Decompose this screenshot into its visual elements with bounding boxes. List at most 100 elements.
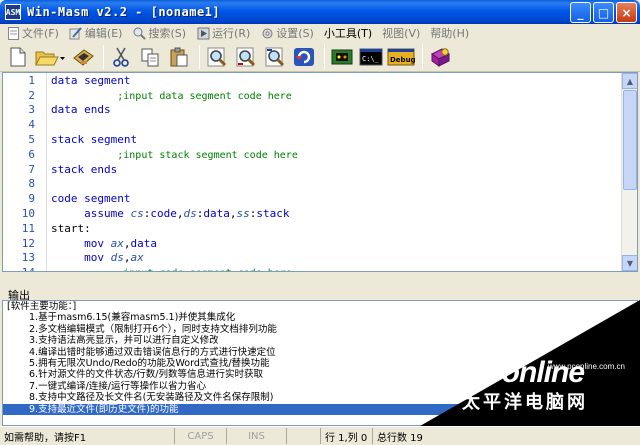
editor-vertical-scrollbar[interactable]: ▲ ▼ [621, 73, 637, 271]
scroll-up-arrow[interactable]: ▲ [622, 73, 637, 89]
code-token: stack ends [51, 162, 118, 176]
menu-file-label: 文件(F) [22, 27, 59, 40]
debug-button[interactable]: Debug [387, 44, 415, 70]
code-line[interactable]: 7 stack ends [3, 162, 623, 177]
code-text: mov ax,data [51, 237, 157, 250]
code-line[interactable]: 2 ;input data segment code here [3, 88, 623, 103]
cut-button[interactable] [108, 44, 134, 70]
menu-edit-label: 编辑(E) [84, 27, 123, 40]
code-area[interactable]: 1 data segment 2 ;input data segment code … [3, 73, 623, 271]
magnifier-replace-icon [265, 47, 285, 66]
line-number: 3 [28, 103, 35, 117]
code-token: start: [51, 221, 91, 235]
line-number: 13 [21, 251, 35, 265]
run-icon [196, 26, 210, 40]
code-token: stack segment [51, 133, 138, 147]
console-icon: C:\_ [359, 48, 383, 65]
help-book-icon [431, 47, 450, 67]
svg-text:C:\_: C:\_ [362, 55, 380, 63]
code-token: ds [110, 251, 124, 265]
window-title: Win-Masm v2.2 - [noname1] [27, 5, 221, 19]
save-file-button[interactable] [70, 44, 96, 70]
line-number: 4 [28, 118, 35, 132]
window-controls: _ □ × [570, 2, 637, 23]
line-number: 14 [3, 266, 39, 271]
title-bar[interactable]: ASM Win-Masm v2.2 - [noname1] _ □ × [0, 0, 640, 24]
compile-button[interactable] [329, 44, 355, 70]
document-icon [6, 26, 20, 40]
find-button[interactable] [204, 44, 230, 70]
code-line[interactable]: 13 mov ds,ax [3, 251, 623, 266]
code-text: ;input code segment code here [51, 266, 292, 271]
code-token: stack [256, 207, 290, 221]
toolbar-separator [103, 44, 104, 69]
code-token: ;input stack segment code here [117, 149, 298, 161]
code-line[interactable]: 12 mov ax,data [3, 236, 623, 251]
watermark-url: www.pconline.com.cn [548, 362, 625, 371]
new-file-button[interactable] [4, 44, 30, 70]
toolbar: C:\_ Debug [0, 42, 640, 72]
status-bar: 如需帮助，请按F1 CAPS INS 行 1,列 0 总行数 19 [0, 426, 640, 445]
line-number: 11 [21, 221, 35, 235]
paste-button[interactable] [166, 44, 192, 70]
code-text: mov ds,ax [51, 251, 144, 264]
code-line[interactable]: 4 [3, 117, 623, 132]
debug-icon: Debug [387, 48, 415, 65]
code-token: assume [84, 207, 131, 221]
menu-bar: 文件(F) 编辑(E) 搜索(S) 运行(R) 设置(S) 小工具(T) 视图(… [0, 24, 640, 42]
code-text: stack ends [51, 163, 117, 176]
find-next-button[interactable] [233, 44, 259, 70]
code-line[interactable]: 8 [3, 177, 623, 192]
toolbar-separator [199, 44, 200, 69]
menu-help[interactable]: 帮助(H) [430, 25, 469, 41]
run-console-button[interactable]: C:\_ [358, 44, 384, 70]
code-token: ;input code segment code here [117, 268, 292, 271]
code-line[interactable]: 14 ;input code segment code here [3, 265, 623, 271]
new-document-icon [10, 47, 26, 66]
maximize-button[interactable]: □ [593, 2, 614, 23]
line-number: 8 [28, 177, 35, 191]
code-editor[interactable]: 1 data segment 2 ;input data segment code … [2, 72, 638, 272]
panel-splitter[interactable] [0, 273, 640, 283]
help-button[interactable] [427, 44, 453, 70]
code-line[interactable]: 3 data ends [3, 103, 623, 118]
replace-button[interactable] [262, 44, 288, 70]
code-text: assume cs:code,ds:data,ss:stack [51, 207, 289, 220]
menu-view[interactable]: 视图(V) [382, 25, 420, 41]
code-line[interactable]: 10 assume cs:code,ds:data,ss:stack [3, 206, 623, 221]
code-line[interactable]: 5 stack segment [3, 132, 623, 147]
code-token: ss [236, 207, 250, 221]
code-token: ds [183, 207, 197, 221]
code-line[interactable]: 9 code segment [3, 191, 623, 206]
menu-settings[interactable]: 设置(S) [260, 25, 314, 41]
status-position: 行 1,列 0 [320, 428, 372, 444]
line-number: 9 [28, 192, 35, 206]
code-text: code segment [51, 192, 130, 205]
refresh-button[interactable] [291, 44, 317, 70]
menu-run[interactable]: 运行(R) [196, 25, 250, 41]
code-token: data [203, 207, 230, 221]
close-button[interactable]: × [616, 2, 637, 23]
status-caps: CAPS [174, 428, 226, 444]
watermark-site-name: 太平洋电脑网 [462, 392, 588, 413]
menu-tools[interactable]: 小工具(T) [324, 25, 372, 41]
open-file-button[interactable] [33, 44, 67, 70]
code-line[interactable]: 1 data segment [3, 73, 623, 88]
line-number: 1 [28, 73, 35, 87]
scroll-down-arrow[interactable]: ▼ [622, 255, 637, 271]
copy-button[interactable] [137, 44, 163, 70]
search-icon [132, 26, 146, 40]
menu-edit[interactable]: 编辑(E) [69, 25, 123, 41]
menu-file[interactable]: 文件(F) [6, 25, 59, 41]
minimize-button[interactable]: _ [570, 2, 591, 23]
scroll-thumb[interactable] [623, 90, 637, 190]
code-line[interactable]: 6 ;input stack segment code here [3, 147, 623, 162]
code-text: data segment [51, 74, 130, 87]
toolbar-separator [422, 44, 423, 69]
code-line[interactable]: 11 start: [3, 221, 623, 236]
menu-search[interactable]: 搜索(S) [132, 25, 186, 41]
code-token: data ends [51, 103, 111, 117]
code-text: stack segment [51, 133, 137, 146]
